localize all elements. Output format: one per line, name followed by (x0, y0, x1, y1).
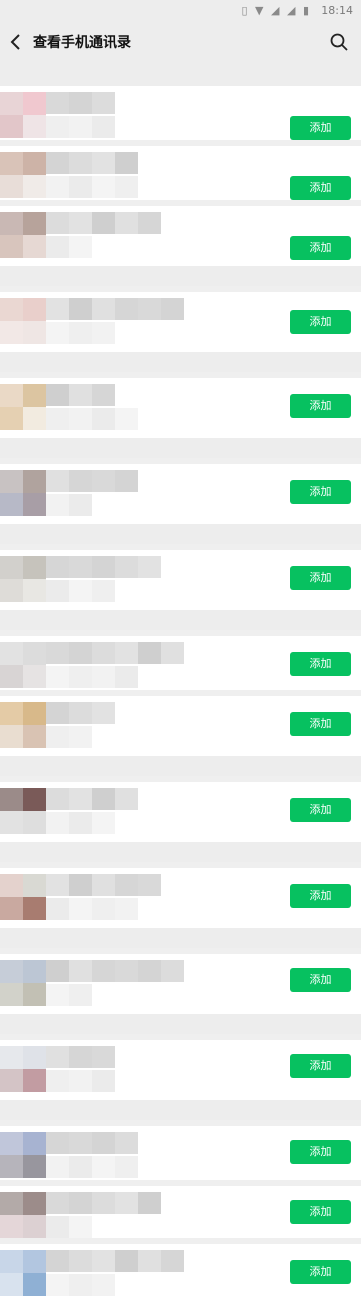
status-icons: ▯ ▼ ◢ ◢ ▮ (241, 4, 311, 17)
avatar (0, 384, 46, 430)
add-button[interactable]: 添加 (290, 1140, 351, 1164)
battery-icon: ▮ (302, 4, 311, 17)
avatar (0, 470, 46, 516)
contact-row[interactable]: 添加 (0, 696, 361, 756)
avatar (0, 212, 46, 258)
avatar (0, 152, 46, 198)
contact-row[interactable]: 添加 (0, 1040, 361, 1100)
add-button[interactable]: 添加 (290, 1200, 351, 1224)
avatar (0, 788, 46, 834)
status-time: 18:14 (321, 4, 353, 17)
contact-row[interactable]: 添加 (0, 550, 361, 610)
add-button[interactable]: 添加 (290, 884, 351, 908)
page-title: 查看手机通讯录 (33, 35, 131, 51)
status-bar: ▯ ▼ ◢ ◢ ▮ 18:14 (0, 0, 361, 22)
contact-row[interactable]: 添加 (0, 1126, 361, 1186)
contact-row[interactable]: 添加 (0, 146, 361, 206)
avatar (0, 874, 46, 920)
search-icon[interactable] (329, 32, 349, 52)
signal-icon: ◢ (271, 4, 282, 17)
avatar (0, 1192, 46, 1238)
avatar (0, 92, 46, 138)
add-button[interactable]: 添加 (290, 310, 351, 334)
add-button[interactable]: 添加 (290, 1054, 351, 1078)
avatar (0, 298, 46, 344)
contact-row[interactable]: 添加 (0, 86, 361, 146)
contact-row[interactable]: 添加 (0, 636, 361, 696)
add-button[interactable]: 添加 (290, 394, 351, 418)
contact-row[interactable]: 添加 (0, 206, 361, 266)
add-button[interactable]: 添加 (290, 968, 351, 992)
avatar (0, 1046, 46, 1092)
contact-row[interactable]: 添加 (0, 1186, 361, 1246)
add-button[interactable]: 添加 (290, 176, 351, 200)
add-button[interactable]: 添加 (290, 236, 351, 260)
back-icon[interactable] (8, 30, 26, 54)
add-button[interactable]: 添加 (290, 480, 351, 504)
add-button[interactable]: 添加 (290, 712, 351, 736)
contact-row[interactable]: 添加 (0, 1244, 361, 1304)
contact-row[interactable]: 添加 (0, 868, 361, 928)
add-button[interactable]: 添加 (290, 116, 351, 140)
contact-row[interactable]: 添加 (0, 782, 361, 842)
avatar (0, 642, 46, 688)
add-button[interactable]: 添加 (290, 652, 351, 676)
add-button[interactable]: 添加 (290, 566, 351, 590)
avatar (0, 1250, 46, 1296)
avatar (0, 1132, 46, 1178)
avatar (0, 960, 46, 1006)
contact-row[interactable]: 添加 (0, 464, 361, 524)
vibrate-icon: ▯ (241, 4, 250, 17)
contact-row[interactable]: 添加 (0, 378, 361, 438)
contact-row[interactable]: 添加 (0, 292, 361, 352)
wifi-icon: ▼ (255, 4, 266, 17)
add-button[interactable]: 添加 (290, 1260, 351, 1284)
avatar (0, 556, 46, 602)
contact-row[interactable]: 添加 (0, 954, 361, 1014)
contact-list: 添加 添加 添加 添加 添加 添加 添加 添加 添加 添加 添加 添加 添加 添加 添加 添加 (0, 64, 361, 1304)
avatar (0, 702, 46, 748)
add-button[interactable]: 添加 (290, 798, 351, 822)
signal-icon: ◢ (286, 4, 298, 17)
nav-bar: 查看手机通讯录 (0, 22, 361, 64)
